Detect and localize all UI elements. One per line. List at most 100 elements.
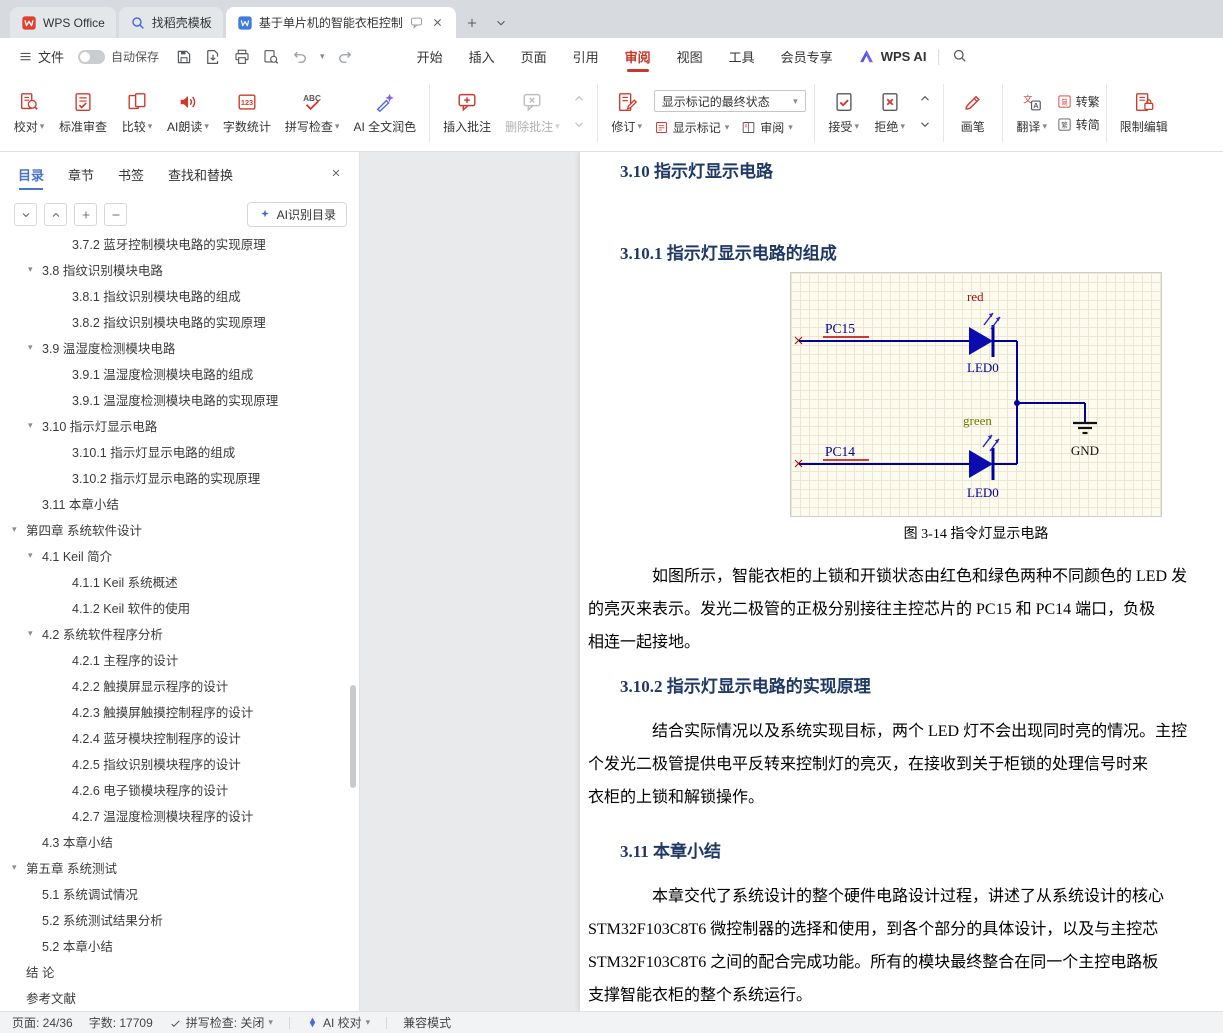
toc-collapse-all-button[interactable] [104, 203, 127, 226]
toc-item[interactable]: 5.1 系统调试情况 [0, 880, 359, 906]
tab-document[interactable]: 基于单片机的智能衣柜控制 [226, 7, 456, 38]
menu-tab-insert[interactable]: 插入 [458, 41, 506, 72]
autosave-switch[interactable] [78, 50, 105, 64]
doc-text-line: 的亮灭来表示。发光二极管的正极分别接往主控芯片的 PC15 和 PC14 端口，… [580, 593, 1223, 626]
toc-item[interactable]: 5.2 系统测试结果分析 [0, 906, 359, 932]
toc-item[interactable]: 5.2 本章小结 [0, 932, 359, 958]
toc-collapse-icon[interactable]: ▾ [28, 420, 42, 431]
toc-item[interactable]: ▾4.2 系统软件程序分析 [0, 620, 359, 646]
toc-item[interactable]: 4.2.3 触摸屏触摸控制程序的设计 [0, 698, 359, 724]
toc-item[interactable]: ▾3.9 温湿度检测模块电路 [0, 334, 359, 360]
ribbon-translate-label: 翻译▾ [1016, 118, 1047, 135]
document-page[interactable]: 3.10 指示灯显示电路 3.10.1 指示灯显示电路的组成 PC15redLE… [580, 152, 1223, 1011]
ribbon-accept-button[interactable]: 接受▾ [821, 81, 867, 145]
toc-item[interactable]: 3.7.2 蓝牙控制模块电路的实现原理 [0, 233, 359, 256]
toc-collapse-up-button[interactable] [44, 203, 67, 226]
toc-item[interactable]: 4.1.1 Keil 系统概述 [0, 568, 359, 594]
save-button[interactable] [175, 48, 193, 66]
toc-item[interactable]: 4.3 本章小结 [0, 828, 359, 854]
word-count-status[interactable]: 字数: 17709 [89, 1014, 153, 1031]
menu-tab-member[interactable]: 会员专享 [770, 41, 844, 72]
toc-item[interactable]: 结 论 [0, 958, 359, 984]
ribbon-proofread-button[interactable]: 校对▾ [6, 81, 52, 145]
toc-item[interactable]: ▾4.1 Keil 简介 [0, 542, 359, 568]
ribbon-review-pane-button[interactable]: 审阅▾ [741, 119, 793, 136]
toc-item[interactable]: 3.8.1 指纹识别模块电路的组成 [0, 282, 359, 308]
ribbon-word-count-button[interactable]: 123字数统计 [216, 81, 278, 145]
menu-tab-review[interactable]: 审阅 [614, 41, 662, 72]
ribbon-restrict-edit-button[interactable]: 限制编辑 [1113, 81, 1175, 145]
ribbon-to-simplified-button[interactable]: 繁转简 [1057, 116, 1100, 133]
toc-item[interactable]: 4.2.4 蓝牙模块控制程序的设计 [0, 724, 359, 750]
toc-collapse-icon[interactable]: ▾ [28, 628, 42, 639]
nav-tab-bookmark[interactable]: 书签 [118, 165, 144, 184]
toc-item[interactable]: ▾第五章 系统测试 [0, 854, 359, 880]
toc-item[interactable]: ▾3.10 指示灯显示电路 [0, 412, 359, 438]
ribbon-spell-check-button[interactable]: ABC拼写检查▾ [278, 81, 347, 145]
toc-item[interactable]: 4.2.1 主程序的设计 [0, 646, 359, 672]
menu-tab-reference[interactable]: 引用 [562, 41, 610, 72]
toc-item[interactable]: 3.11 本章小结 [0, 490, 359, 516]
display-marks-select[interactable]: 显示标记的最终状态▾ [654, 90, 806, 112]
toc-item[interactable]: 3.9.1 温湿度检测模块电路的实现原理 [0, 386, 359, 412]
search-button[interactable] [951, 47, 968, 67]
ribbon-ink-pen-button[interactable]: 画笔 [950, 81, 996, 145]
toc-collapse-icon[interactable]: ▾ [28, 264, 42, 275]
toc-item-label: 3.9.1 温湿度检测模块电路的组成 [72, 364, 253, 383]
toc-collapse-icon[interactable]: ▾ [28, 342, 42, 353]
toc-item[interactable]: 参考文献 [0, 984, 359, 1010]
tab-wps-office[interactable]: WPS Office [10, 7, 116, 38]
toc-item[interactable]: 4.2.6 电子锁模块程序的设计 [0, 776, 359, 802]
tab-docer[interactable]: 找稻壳模板 [119, 7, 223, 38]
toc-expand-all-button[interactable] [74, 203, 97, 226]
close-tab-icon[interactable] [430, 15, 445, 30]
ribbon-ai-polish-button[interactable]: AI 全文润色 [346, 81, 423, 145]
change-nav-next-button[interactable] [918, 117, 932, 134]
ribbon-ai-read-button[interactable]: AI朗读▾ [160, 81, 216, 145]
toc-item[interactable]: 3.10.2 指示灯显示电路的实现原理 [0, 464, 359, 490]
change-nav-previous-button[interactable] [918, 92, 932, 109]
nav-tab-catalog[interactable]: 目录 [18, 165, 44, 184]
sidebar-scrollbar-thumb[interactable] [350, 685, 356, 788]
ribbon-to-traditional-button[interactable]: 简转繁 [1057, 93, 1100, 110]
toc-item[interactable]: ▾3.8 指纹识别模块电路 [0, 256, 359, 282]
toc-item[interactable]: ▾第四章 系统软件设计 [0, 516, 359, 542]
ai-proofread-status[interactable]: AI 校对▾ [306, 1014, 370, 1031]
print-button[interactable] [233, 48, 251, 66]
ribbon-track-changes-button[interactable]: 修订▾ [604, 81, 650, 145]
ai-recognize-toc-button[interactable]: AI识别目录 [247, 202, 347, 227]
toc-collapse-icon[interactable]: ▾ [12, 862, 26, 873]
ribbon-reject-button[interactable]: 拒绝▾ [867, 81, 913, 145]
menu-tab-start[interactable]: 开始 [406, 41, 454, 72]
toc-item[interactable]: 3.9.1 温湿度检测模块电路的组成 [0, 360, 359, 386]
toc-item[interactable]: 4.2.7 温湿度检测模块程序的设计 [0, 802, 359, 828]
spell-check-status[interactable]: 拼写检查: 关闭▾ [169, 1014, 273, 1031]
nav-tab-chapter[interactable]: 章节 [68, 165, 94, 184]
wps-ai-button[interactable]: WPS AI [858, 48, 927, 65]
toc-expand-down-button[interactable] [14, 203, 37, 226]
ribbon-compare-button[interactable]: 比较▾ [114, 81, 160, 145]
ribbon-translate-button[interactable]: 文A翻译▾ [1009, 81, 1055, 145]
file-menu-button[interactable]: 文件 [12, 43, 70, 70]
toc-collapse-icon[interactable]: ▾ [12, 524, 26, 535]
toc-item[interactable]: 4.2.2 触摸屏显示程序的设计 [0, 672, 359, 698]
ribbon-insert-comment-button[interactable]: 插入批注 [436, 81, 498, 145]
tab-list-button[interactable] [488, 7, 514, 38]
toc-item[interactable]: 3.10.1 指示灯显示电路的组成 [0, 438, 359, 464]
toc-item[interactable]: 4.2.5 指纹识别模块程序的设计 [0, 750, 359, 776]
nav-tab-find-replace[interactable]: 查找和替换 [168, 165, 233, 184]
ribbon-show-marks-button[interactable]: 显示标记▾ [654, 119, 730, 136]
new-tab-button[interactable] [459, 7, 485, 38]
toc-item[interactable]: 3.8.2 指纹识别模块电路的实现原理 [0, 308, 359, 334]
close-pane-button[interactable] [329, 166, 343, 183]
menu-tab-page[interactable]: 页面 [510, 41, 558, 72]
menu-tab-tools[interactable]: 工具 [718, 41, 766, 72]
divider [938, 49, 939, 65]
autosave-toggle[interactable]: 自动保存 [78, 48, 159, 65]
toc-item[interactable]: 4.1.2 Keil 软件的使用 [0, 594, 359, 620]
export-pdf-button[interactable] [204, 48, 222, 66]
menu-tab-view[interactable]: 视图 [666, 41, 714, 72]
ribbon-standard-review-button[interactable]: 标准审查 [52, 81, 114, 145]
toc-collapse-icon[interactable]: ▾ [28, 550, 42, 561]
print-preview-button[interactable] [262, 48, 280, 66]
